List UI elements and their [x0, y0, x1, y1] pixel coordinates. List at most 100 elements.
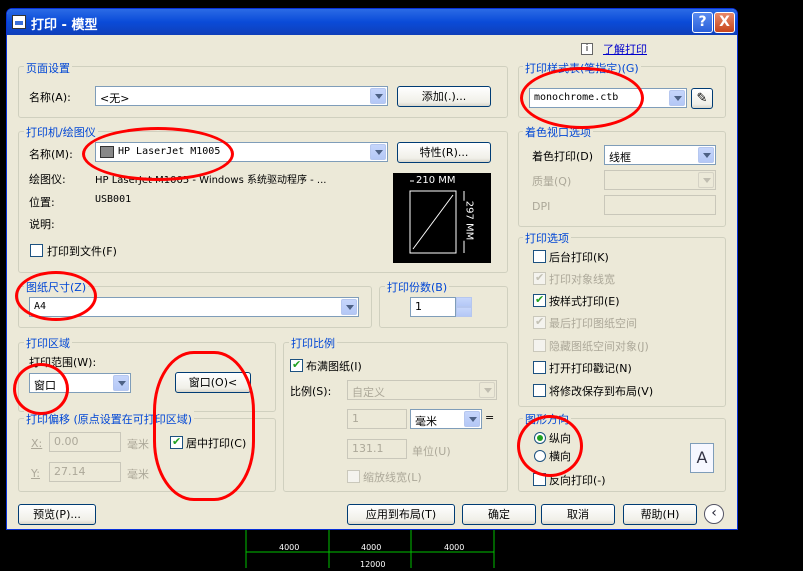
ok-button[interactable]: 确定: [462, 504, 536, 525]
plot-area-label: 打印区域: [24, 335, 72, 351]
printer-name-label: 名称(M):: [29, 148, 73, 161]
location-label: 位置:: [29, 196, 55, 209]
annotation-circle-window: [153, 351, 255, 501]
chevron-down-icon[interactable]: [370, 144, 386, 160]
print-to-file-checkbox[interactable]: [30, 244, 43, 257]
dpi-label: DPI: [532, 200, 551, 213]
print-to-file-label: 打印到文件(F): [47, 245, 117, 258]
annotation-circle-range: [13, 363, 69, 415]
chevron-down-icon[interactable]: [464, 411, 480, 427]
background-plot-label: 后台打印(K): [549, 251, 609, 264]
offset-y-label: Y:: [31, 467, 40, 480]
copies-spinner[interactable]: [456, 297, 472, 317]
print-dialog: 打印 - 模型 ? X i 了解打印 页面设置 名称(A): <无> 添加(.)…: [6, 8, 738, 530]
plotter-label: 绘图仪:: [29, 173, 66, 186]
units-label: 单位(U): [412, 445, 451, 458]
cad-canvas: 4000 4000 4000 12000: [0, 530, 803, 569]
background-plot-checkbox[interactable]: [533, 250, 546, 263]
printer-properties-button[interactable]: 特性(R)...: [397, 142, 491, 163]
page-setup-name-label: 名称(A):: [29, 91, 71, 104]
paper-orientation-icon: A: [690, 443, 714, 473]
hide-paperspace-checkbox[interactable]: [533, 339, 546, 352]
dpi-input[interactable]: [604, 195, 716, 215]
offset-y-unit: 毫米: [127, 468, 149, 481]
edit-style-icon[interactable]: ✎: [691, 88, 713, 109]
cad-dim-text: 4000: [279, 543, 300, 552]
plot-lineweights-checkbox[interactable]: [533, 271, 546, 285]
scale-ratio-label: 比例(S):: [290, 385, 332, 398]
fit-to-paper-checkbox[interactable]: [290, 358, 303, 372]
plot-with-styles-checkbox[interactable]: [533, 293, 546, 307]
collapse-chevron-icon[interactable]: ‹: [704, 504, 724, 524]
title-bar[interactable]: 打印 - 模型 ? X: [7, 9, 737, 35]
page-setup-label: 页面设置: [24, 60, 72, 76]
offset-x-label: X:: [31, 437, 43, 450]
annotation-circle-printer: [82, 127, 234, 181]
cad-dimension-lines: [245, 530, 495, 568]
paper-preview: 210 MM 297 MM: [393, 173, 491, 263]
apply-to-layout-button[interactable]: 应用到布局(T): [347, 504, 455, 525]
chevron-down-icon[interactable]: [113, 375, 129, 391]
copies-label: 打印份数(B): [385, 279, 450, 295]
plot-stamp-checkbox[interactable]: [533, 361, 546, 374]
chevron-down-icon[interactable]: [370, 88, 386, 104]
plot-with-styles-label: 按样式打印(E): [549, 295, 620, 308]
quality-label: 质量(Q): [532, 175, 572, 188]
page-setup-name-value: <无>: [100, 92, 130, 105]
scale-unit-value: 毫米: [415, 415, 437, 428]
scale-units-input[interactable]: 131.1: [347, 439, 407, 459]
plot-lineweights-label: 打印对象线宽: [549, 273, 615, 286]
paper-height-text: 297 MM: [463, 200, 475, 241]
chevron-down-icon[interactable]: [669, 90, 685, 106]
location-value: USB001: [95, 194, 132, 205]
learn-plotting-link[interactable]: 了解打印: [603, 41, 647, 57]
scale-unit-combo[interactable]: 毫米: [410, 409, 482, 429]
fit-to-paper-label: 布满图纸(I): [306, 360, 362, 373]
plot-paperspace-last-label: 最后打印图纸空间: [549, 317, 637, 330]
printer-group-label: 打印机/绘图仪: [24, 124, 98, 140]
scale-lineweight-checkbox[interactable]: [347, 470, 360, 483]
preview-button[interactable]: 预览(P)...: [18, 504, 96, 525]
scale-ratio-value: 自定义: [352, 386, 385, 399]
close-button[interactable]: X: [714, 12, 735, 33]
quality-combo[interactable]: [604, 170, 716, 190]
copies-input[interactable]: 1: [410, 297, 456, 317]
offset-y-input[interactable]: 27.14: [49, 462, 121, 482]
equals-sign: =: [485, 411, 495, 424]
help-title-button[interactable]: ?: [692, 12, 713, 33]
annotation-circle-paper: [15, 271, 97, 321]
offset-x-input[interactable]: 0.00: [49, 432, 121, 452]
add-page-setup-button[interactable]: 添加(.)...: [397, 86, 491, 107]
chevron-down-icon[interactable]: [698, 172, 714, 188]
window-title: 打印 - 模型: [31, 18, 98, 33]
chevron-down-icon[interactable]: [341, 299, 357, 315]
offset-x-unit: 毫米: [127, 438, 149, 451]
paper-width-text: 210 MM: [414, 175, 458, 186]
save-to-layout-checkbox[interactable]: [533, 384, 546, 397]
help-button[interactable]: 帮助(H): [623, 504, 697, 525]
plot-options-label: 打印选项: [523, 230, 571, 246]
cad-dim-text: 4000: [361, 543, 382, 552]
scale-ratio-combo[interactable]: 自定义: [347, 380, 497, 400]
shade-plot-value: 线框: [609, 151, 631, 164]
scale-lineweight-label: 缩放线宽(L): [363, 471, 422, 484]
page-setup-name-combo[interactable]: <无>: [95, 86, 388, 106]
printer-app-icon: [12, 15, 26, 29]
paper-preview-drawing: [409, 180, 465, 254]
cancel-button[interactable]: 取消: [541, 504, 615, 525]
scale-value-input[interactable]: 1: [347, 409, 407, 429]
annotation-circle-orientation: [517, 415, 583, 477]
description-label: 说明:: [29, 218, 55, 231]
plot-scale-label: 打印比例: [289, 335, 337, 351]
shade-plot-label: 着色打印(D): [532, 150, 594, 163]
annotation-circle-style: [520, 67, 644, 129]
shade-plot-combo[interactable]: 线框: [604, 145, 716, 165]
plot-paperspace-last-checkbox[interactable]: [533, 315, 546, 329]
chevron-down-icon[interactable]: [698, 147, 714, 163]
cad-dim-text: 4000: [444, 543, 465, 552]
save-to-layout-label: 将修改保存到布局(V): [549, 385, 654, 398]
chevron-down-icon[interactable]: [479, 382, 495, 398]
hide-paperspace-label: 隐藏图纸空间对象(J): [549, 340, 649, 353]
plot-stamp-label: 打开打印戳记(N): [549, 362, 632, 375]
info-icon: i: [581, 43, 593, 55]
